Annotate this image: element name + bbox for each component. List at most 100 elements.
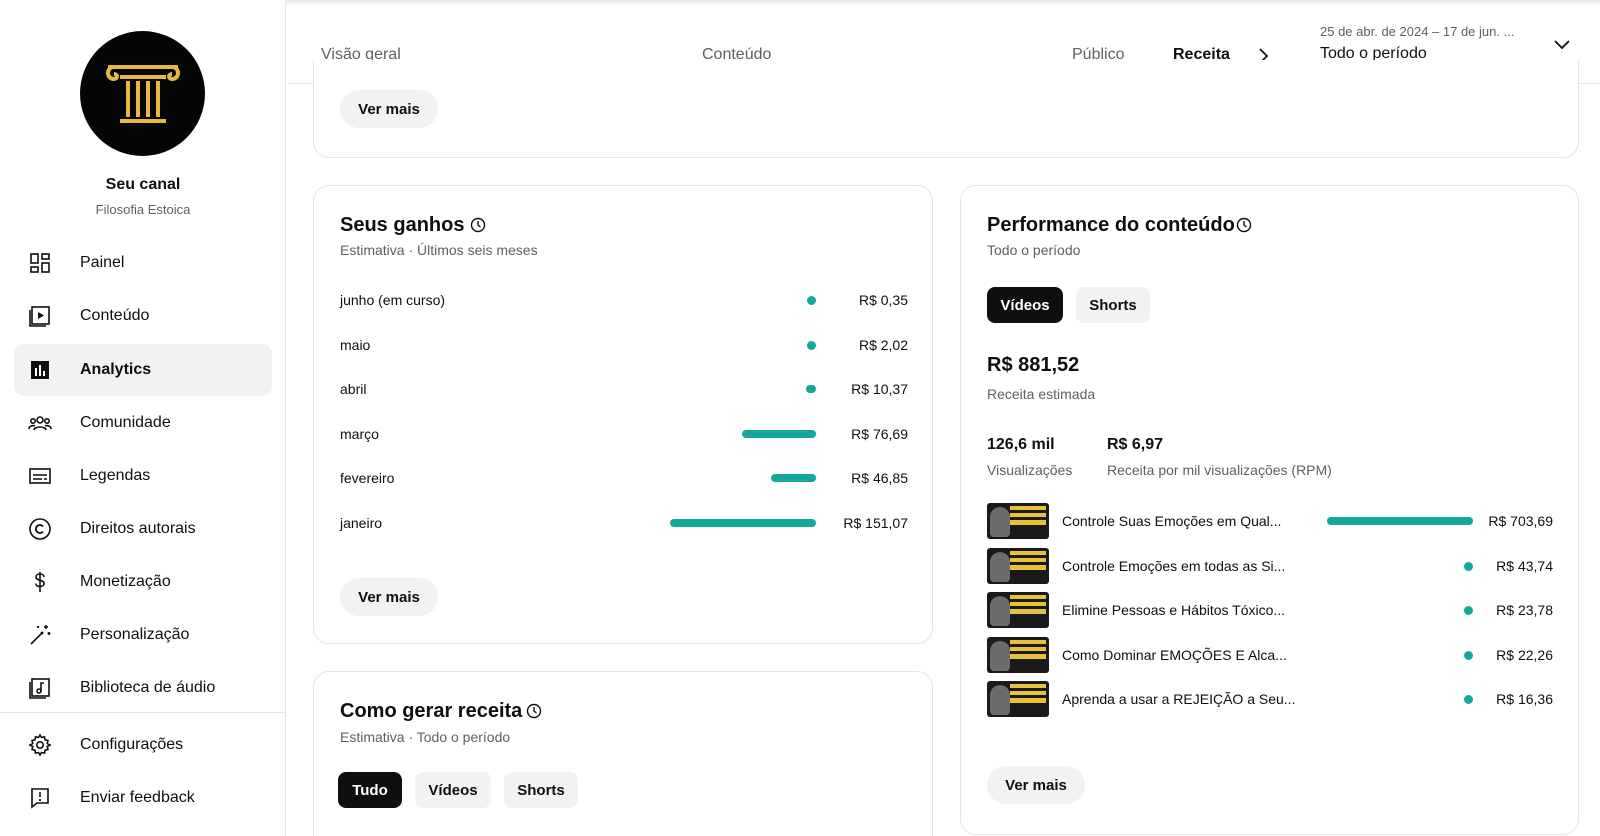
sidebar-item-label: Biblioteca de áudio <box>80 679 216 696</box>
chip-shorts[interactable]: Shorts <box>504 772 578 808</box>
earnings-value: R$ 2,02 <box>858 336 908 353</box>
performance-subtitle: Todo o período <box>987 242 1081 258</box>
sidebar-item-label: Direitos autorais <box>80 520 196 537</box>
video-title[interactable]: Aprenda a usar a REJEIÇÃO a Seu... <box>1062 691 1295 707</box>
sidebar-item-analytics[interactable]: Analytics <box>14 344 272 396</box>
earnings-subtitle: Estimativa · Últimos seis meses <box>340 242 538 258</box>
earnings-bar <box>741 429 816 438</box>
earnings-month: junho (em curso) <box>340 292 446 308</box>
video-thumbnail[interactable] <box>987 503 1049 539</box>
sidebar-item-label: Analytics <box>80 361 152 378</box>
performance-title: Performance do conteúdo <box>987 214 1235 236</box>
earnings-bar <box>770 474 816 483</box>
clock-icon[interactable] <box>526 703 542 719</box>
estimated-revenue-value: R$ 881,52 <box>987 354 1080 376</box>
dollar-icon <box>35 572 45 592</box>
channel-avatar[interactable] <box>80 31 205 156</box>
sidebar-item-biblioteca-audio[interactable]: Biblioteca de áudio <box>14 662 272 714</box>
channel-name: Filosofia Estoica <box>95 202 191 217</box>
sidebar-item-label: Conteúdo <box>80 307 150 324</box>
earnings-title: Seus ganhos <box>340 214 465 236</box>
audio-library-icon <box>29 678 50 699</box>
sidebar-item-enviar-feedback[interactable]: Enviar feedback <box>14 772 272 824</box>
sidebar-item-label: Configurações <box>80 736 184 753</box>
video-thumbnail[interactable] <box>987 636 1049 673</box>
video-revenue-value: R$ 43,74 <box>1496 557 1553 574</box>
date-range-dates: 25 de abr. de 2024 – 17 de jun. ... <box>1320 24 1515 39</box>
chip-videos[interactable]: Vídeos <box>987 287 1063 323</box>
video-thumbnail[interactable] <box>987 547 1049 584</box>
earnings-value: R$ 10,37 <box>851 381 908 398</box>
sidebar-item-painel[interactable]: Painel <box>14 237 272 289</box>
performance-card: Performance do conteúdo Todo o período V… <box>960 185 1579 835</box>
analytics-icon <box>31 361 49 379</box>
earnings-card: Seus ganhos Estimativa · Últimos seis me… <box>313 185 933 644</box>
video-revenue-value: R$ 16,36 <box>1496 691 1553 708</box>
video-revenue-bar <box>1327 517 1473 525</box>
clock-icon[interactable] <box>470 217 486 233</box>
earnings-value: R$ 76,69 <box>851 425 908 442</box>
video-thumbnail[interactable] <box>987 592 1049 629</box>
video-title[interactable]: Controle Suas Emoções em Qual... <box>1062 513 1281 529</box>
video-revenue-value: R$ 22,26 <box>1496 646 1553 663</box>
estimated-revenue-label: Receita estimada <box>987 386 1096 402</box>
how-to-earn-card: Como gerar receita Estimativa · Todo o p… <box>313 671 933 836</box>
how-to-earn-title: Como gerar receita <box>340 700 523 722</box>
sidebar-item-comunidade[interactable]: Comunidade <box>14 397 272 449</box>
ver-mais-button[interactable]: Ver mais <box>340 578 438 616</box>
rpm-label: Receita por mil visualizações (RPM) <box>1107 462 1332 478</box>
sidebar-item-conteudo[interactable]: Conteúdo <box>14 290 272 342</box>
video-title[interactable]: Elimine Pessoas e Hábitos Tóxico... <box>1062 602 1285 618</box>
earnings-month: janeiro <box>340 515 383 531</box>
community-icon <box>28 416 52 431</box>
views-value: 126,6 mil <box>987 436 1055 453</box>
video-title[interactable]: Controle Emoções em todas as Si... <box>1062 558 1285 574</box>
sidebar-item-label: Legendas <box>80 467 151 484</box>
rpm-value: R$ 6,97 <box>1107 436 1164 453</box>
earnings-month: março <box>340 425 379 442</box>
chip-tudo[interactable]: Tudo <box>338 772 402 808</box>
channel-label: Seu canal <box>105 176 181 193</box>
chevron-down-icon[interactable] <box>1553 38 1571 52</box>
top-card: Ver mais <box>313 60 1579 158</box>
ver-mais-button[interactable]: Ver mais <box>987 766 1085 804</box>
subtitles-icon <box>29 468 51 484</box>
sidebar-item-configuracoes[interactable]: Configurações <box>14 719 272 771</box>
chip-videos[interactable]: Vídeos <box>415 772 491 808</box>
sidebar-item-personalizacao[interactable]: Personalização <box>14 609 272 661</box>
video-thumbnail[interactable] <box>987 681 1049 718</box>
sidebar-item-direitos-autorais[interactable]: Direitos autorais <box>14 503 272 555</box>
video-revenue-value: R$ 23,78 <box>1496 602 1553 619</box>
content-icon <box>29 306 50 327</box>
copyright-icon <box>29 518 51 540</box>
feedback-icon <box>31 788 49 809</box>
video-title[interactable]: Como Dominar EMOÇÕES E Alca... <box>1062 647 1287 663</box>
magic-wand-icon <box>30 625 51 645</box>
dashboard-icon <box>30 253 50 273</box>
earnings-month: abril <box>340 381 367 398</box>
sidebar-item-label: Monetização <box>80 573 171 590</box>
views-label: Visualizações <box>987 462 1073 478</box>
sidebar: Seu canal Filosofia Estoica Painel Conte… <box>0 0 286 836</box>
sidebar-item-label: Personalização <box>80 626 190 643</box>
earnings-value: R$ 46,85 <box>851 470 908 487</box>
earnings-value: R$ 151,07 <box>843 515 908 531</box>
sidebar-item-monetizacao[interactable]: Monetização <box>14 556 272 608</box>
sidebar-item-legendas[interactable]: Legendas <box>14 450 272 502</box>
video-revenue-value: R$ 703,69 <box>1488 513 1553 529</box>
how-to-earn-subtitle: Estimativa · Todo o período <box>340 729 511 745</box>
clock-icon[interactable] <box>1236 217 1252 233</box>
sidebar-item-label: Comunidade <box>80 414 171 431</box>
date-range-selector[interactable]: 25 de abr. de 2024 – 17 de jun. ... Todo… <box>1320 24 1514 63</box>
ver-mais-button[interactable]: Ver mais <box>340 90 438 128</box>
earnings-bar <box>670 519 816 527</box>
earnings-value: R$ 0,35 <box>858 292 908 308</box>
sidebar-item-label: Painel <box>80 254 125 271</box>
earnings-month: maio <box>340 336 371 353</box>
sidebar-item-label: Enviar feedback <box>80 789 195 806</box>
pillar-logo-icon <box>105 64 180 123</box>
chip-shorts[interactable]: Shorts <box>1076 287 1150 323</box>
earnings-month: fevereiro <box>340 470 395 487</box>
sidebar-divider <box>0 712 286 713</box>
gear-icon <box>28 733 52 757</box>
